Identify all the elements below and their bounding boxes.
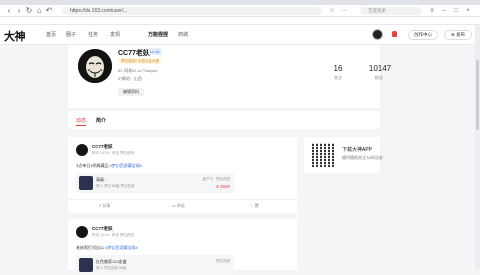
following-label: 关注	[334, 75, 342, 80]
item-thumbnail	[79, 176, 93, 190]
post-text: 老妖帮忙问出11 #梦幻西游藏宝阁#	[76, 245, 138, 251]
mask-avatar-image	[78, 49, 112, 83]
download-title: 下载大神APP	[342, 147, 373, 153]
browser-toolbar: ‹ › ↻ ⌂ ↶ https://ds.163.com/user/... ☆ …	[0, 5, 480, 17]
user-avatar[interactable]	[372, 29, 383, 40]
nav-item-face[interactable]: 万能捏捏	[148, 31, 168, 38]
post-button-label: 发布	[456, 32, 466, 37]
qr-code-pattern	[312, 143, 336, 167]
comment-label: 评论	[176, 203, 185, 208]
item-subtitle: 男人·梦幻西游 88级	[96, 266, 127, 270]
share-icon: ↗	[98, 203, 102, 208]
scrollbar-thumb[interactable]	[476, 60, 479, 130]
trade-item-card[interactable]: 红色佛家120金盒 男人·梦幻西游 88级 梦幻西游	[76, 255, 234, 275]
tab-activity[interactable]: 动态	[76, 117, 86, 124]
like-button[interactable]: ♡ 赞	[250, 203, 259, 209]
item-subtitle: 男人·梦幻 89级 梦幻西游	[96, 184, 135, 188]
tab-intro[interactable]: 简介	[96, 117, 106, 124]
extension-icon[interactable]: ⋯	[340, 5, 348, 17]
feed-post[interactable]: CC77老妖 昨天 10:16 · 来自 梦幻西游 3点单日1明周藏品 #梦幻西…	[68, 137, 297, 213]
like-label: 赞	[254, 203, 259, 208]
post-topic-link[interactable]: #梦幻西游藏宝阁#	[110, 163, 142, 168]
creator-center-button[interactable]: 创作中心	[408, 30, 438, 40]
item-status: 量产中 · 梦幻西游	[202, 177, 230, 181]
post-body: 3点单日1明周藏品	[76, 163, 109, 168]
post-author-name[interactable]: CC77老妖	[92, 144, 113, 150]
post-body: 老妖帮忙问出11	[76, 245, 105, 250]
share-label: 分享	[102, 203, 111, 208]
bookmark-star-icon[interactable]: ☆	[328, 5, 336, 17]
post-author-avatar[interactable]	[76, 144, 88, 156]
post-button[interactable]: ⊕ 发布	[444, 30, 472, 40]
following-count[interactable]: 16	[318, 64, 358, 73]
item-title: 高级...	[96, 177, 108, 182]
profile-id: ID: 网易ID cc77laoyao	[118, 68, 158, 73]
profile-location: IP属地：山西	[118, 76, 142, 81]
profile-card: CC77老妖 Lv.16 梦幻西游2 手游认证大佬 ID: 网易ID cc77l…	[68, 45, 391, 108]
followers-label: 粉丝	[375, 75, 383, 80]
level-badge: Lv.16	[148, 48, 162, 55]
comment-icon: ▭	[172, 203, 176, 208]
home-icon[interactable]: ⌂	[34, 5, 44, 17]
bookmarks-bar: 100 编辑120 百科120 产品100 百家号130 新闻100 图片120…	[0, 17, 480, 25]
post-text: 3点单日1明周藏品 #梦幻西游藏宝阁#	[76, 163, 142, 169]
close-icon[interactable]: ×	[464, 5, 472, 17]
item-price: ¥ 3500	[216, 184, 230, 189]
post-time: 昨天 12:14 · 来自 梦幻西游	[92, 233, 134, 237]
comment-button[interactable]: ▭ 评论	[172, 203, 185, 209]
item-status: 梦幻西游	[216, 259, 230, 263]
minimize-icon[interactable]: –	[440, 5, 448, 17]
certification-badge: 梦幻西游2 手游认证大佬	[118, 58, 162, 64]
post-author-avatar[interactable]	[76, 226, 88, 238]
nav-item-home[interactable]: 首页	[46, 31, 56, 38]
download-subtitle: 随时随地关注TA的动态	[342, 155, 383, 160]
address-input[interactable]: https://ds.163.com/user/...	[62, 7, 322, 15]
refresh-icon[interactable]: ↻	[24, 5, 34, 17]
nav-item-tasks[interactable]: 任务	[88, 31, 98, 38]
followers-count[interactable]: 10147	[359, 64, 401, 73]
nav-item-discover[interactable]: 发现	[110, 31, 120, 38]
post-actions: ↗ 分享 ▭ 评论 ♡ 赞	[68, 199, 297, 211]
site-header: 大神 首页 圈子 任务 发现 万能捏捏 商城 创作中心 ⊕ 发布	[0, 25, 480, 45]
edit-profile-button[interactable]: 编辑资料	[118, 88, 144, 96]
post-author-name[interactable]: CC77老妖	[92, 226, 113, 232]
post-time: 昨天 10:16 · 来自 梦幻西游	[92, 151, 134, 155]
app-download-card[interactable]: 下载大神APP 随时随地关注TA的动态	[304, 137, 383, 173]
profile-name: CC77老妖	[118, 50, 150, 57]
maximize-icon[interactable]: □	[452, 5, 460, 17]
share-button[interactable]: ↗ 分享	[98, 203, 110, 209]
forward-icon[interactable]: ›	[14, 5, 24, 17]
menu-icon[interactable]: ≡	[428, 5, 436, 17]
post-topic-link[interactable]: #梦幻西游藏宝阁#	[105, 245, 137, 250]
undo-icon[interactable]: ↶	[44, 5, 54, 17]
profile-avatar[interactable]	[78, 49, 112, 83]
like-icon: ♡	[250, 203, 254, 208]
site-logo[interactable]: 大神	[4, 28, 26, 44]
notification-bell-icon[interactable]	[392, 31, 397, 37]
trade-item-card[interactable]: 高级... 男人·梦幻 89级 梦幻西游 量产中 · 梦幻西游 ¥ 3500	[76, 173, 234, 193]
browser-search-input[interactable]: 百度搜索	[360, 7, 422, 15]
profile-tabs: 动态 简介	[68, 111, 380, 129]
item-title: 红色佛家120金盒	[96, 259, 127, 264]
nav-item-circles[interactable]: 圈子	[66, 31, 76, 38]
feed-post[interactable]: CC77老妖 昨天 12:14 · 来自 梦幻西游 老妖帮忙问出11 #梦幻西游…	[68, 219, 297, 275]
back-icon[interactable]: ‹	[4, 5, 14, 17]
nav-item-shop[interactable]: 商城	[178, 31, 188, 38]
active-tab-indicator	[76, 125, 86, 126]
